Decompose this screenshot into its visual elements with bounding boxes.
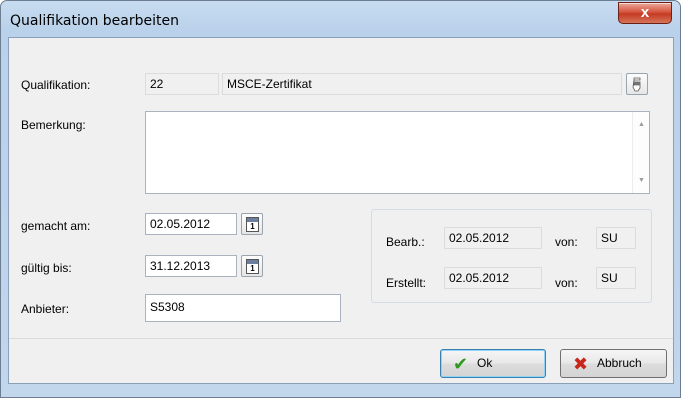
scroll-up-arrow-icon[interactable]: ▲ (633, 121, 650, 128)
qualifikation-name-field: MSCE-Zertifikat (222, 73, 622, 95)
cross-icon: ✖ (573, 354, 589, 374)
qualifikation-label: Qualifikation: (21, 78, 91, 92)
gueltig-bis-label: gültig bis: (21, 261, 72, 275)
bearb-user-field: SU (596, 227, 636, 249)
erstellt-user-field: SU (596, 267, 636, 289)
gemacht-am-input[interactable]: 02.05.2012 (145, 213, 237, 235)
qualifikation-code-field: 22 (145, 73, 219, 95)
qualifikation-lookup-button[interactable] (626, 73, 648, 95)
calendar-icon: 1 (246, 259, 259, 274)
dialog-window: Qualifikation bearbeiten x Qualifikation… (0, 0, 681, 398)
anbieter-label: Anbieter: (21, 302, 70, 316)
erstellt-date-field: 02.05.2012 (444, 267, 542, 289)
bemerkung-textarea[interactable]: ▲ ▼ (145, 111, 650, 194)
erstellt-label: Erstellt: (386, 276, 427, 290)
footer-separator (9, 338, 673, 339)
bearb-von-label: von: (555, 235, 578, 249)
cancel-button[interactable]: ✖ Abbruch (560, 349, 667, 378)
dialog-body: Qualifikation: 22 MSCE-Zertifikat Bemerk… (8, 37, 674, 384)
gueltig-bis-calendar-button[interactable]: 1 (241, 255, 263, 277)
bemerkung-label: Bemerkung: (21, 118, 86, 132)
ok-button-label: Ok (477, 356, 493, 370)
window-title: Qualifikation bearbeiten (10, 13, 179, 29)
erstellt-von-label: von: (555, 276, 578, 290)
bearb-label: Bearb.: (386, 235, 425, 249)
checkmark-icon: ✔ (453, 354, 469, 374)
calendar-icon: 1 (246, 217, 259, 232)
close-button[interactable]: x (618, 2, 672, 24)
gueltig-bis-input[interactable]: 31.12.2013 (145, 255, 237, 277)
close-icon: x (640, 4, 650, 21)
gemacht-am-calendar-button[interactable]: 1 (241, 213, 263, 235)
bemerkung-scrollbar[interactable]: ▲ ▼ (632, 112, 649, 193)
cancel-button-label: Abbruch (597, 356, 642, 370)
audit-groupbox: Bearb.: 02.05.2012 von: SU Erstellt: 02.… (371, 209, 652, 303)
anbieter-input[interactable]: S5308 (145, 294, 341, 322)
bearb-date-field: 02.05.2012 (444, 227, 542, 249)
ok-button[interactable]: ✔ Ok (440, 349, 546, 378)
title-bar[interactable]: Qualifikation bearbeiten x (1, 1, 680, 37)
pointer-hand-icon (632, 77, 641, 92)
scroll-down-arrow-icon[interactable]: ▼ (633, 177, 650, 184)
gemacht-am-label: gemacht am: (21, 219, 91, 233)
